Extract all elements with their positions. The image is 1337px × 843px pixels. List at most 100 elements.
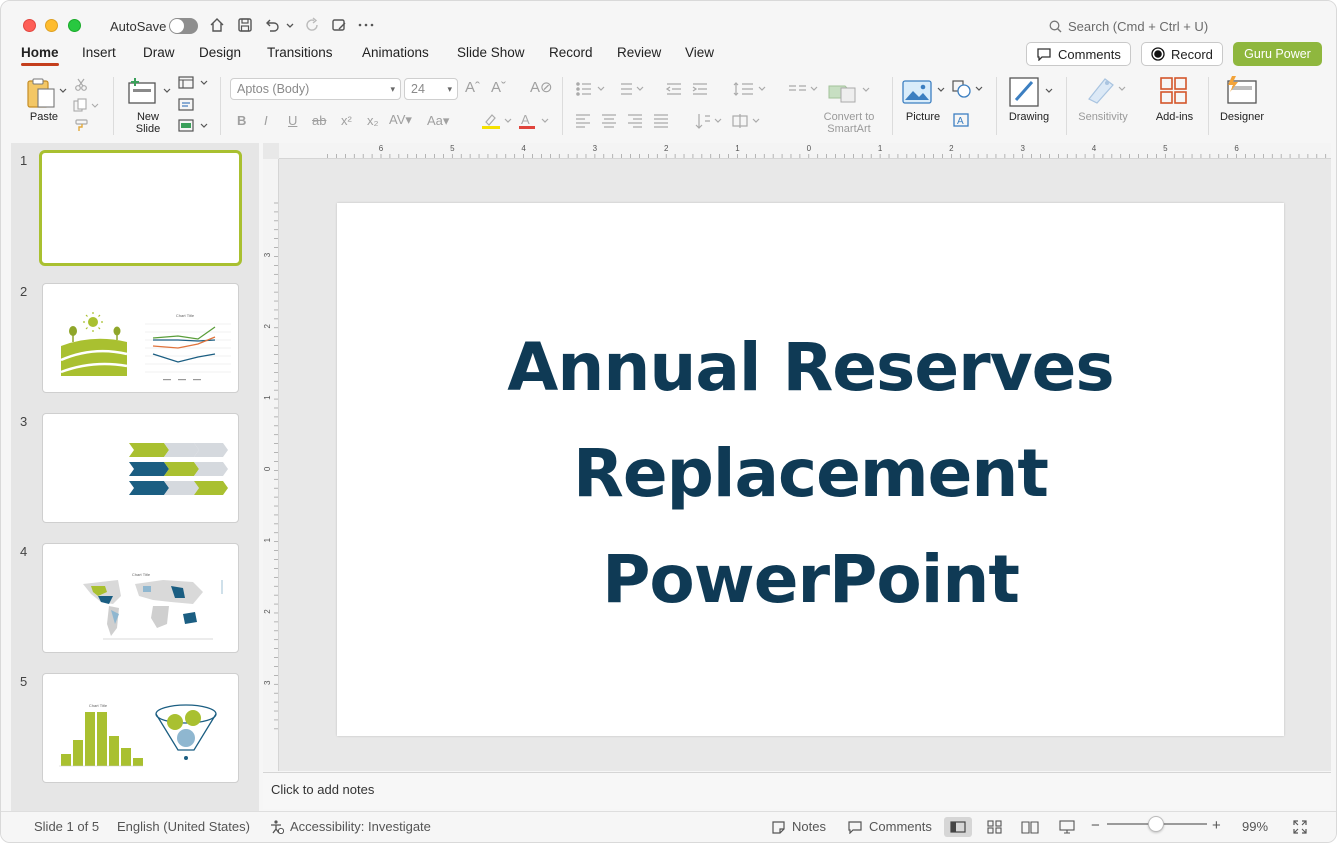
text-direction-icons[interactable] — [695, 113, 767, 129]
picture-icon[interactable] — [901, 78, 947, 106]
zoom-out-button[interactable]: − — [1091, 817, 1100, 834]
alignment-icons[interactable] — [575, 113, 671, 129]
sensitivity-icon[interactable] — [1085, 75, 1129, 105]
shapes-icon[interactable] — [951, 79, 985, 99]
normal-view-button[interactable] — [944, 817, 972, 837]
slide-thumbnail-1[interactable] — [39, 150, 242, 266]
customize-icon[interactable] — [330, 16, 348, 34]
tab-design[interactable]: Design — [199, 45, 241, 60]
thumbnail-chart-title: Chart Title — [132, 572, 151, 577]
comments-button[interactable]: Comments — [1026, 42, 1131, 66]
font-size-value: 24 — [411, 82, 425, 96]
slide-title[interactable]: Annual Reserves Replacement PowerPoint — [337, 315, 1284, 633]
line-spacing-icon[interactable] — [733, 81, 767, 97]
copy-icon[interactable] — [73, 98, 99, 112]
zoom-level[interactable]: 99% — [1242, 819, 1268, 834]
notes-toggle-button[interactable]: Notes — [771, 819, 826, 834]
tab-home[interactable]: Home — [21, 45, 59, 66]
slide-thumbnail-4[interactable]: Chart Title — [42, 543, 239, 653]
bold-icon[interactable]: B — [237, 114, 246, 128]
close-window-button[interactable] — [23, 19, 36, 32]
sensitivity-label: Sensitivity — [1078, 111, 1128, 123]
tab-review[interactable]: Review — [617, 45, 661, 60]
ruler-label: 1 — [735, 144, 740, 153]
accessibility-status[interactable]: Accessibility: Investigate — [269, 819, 431, 834]
ruler-label: 2 — [263, 609, 272, 614]
text-box-icon[interactable]: A — [952, 112, 970, 128]
font-color-icon[interactable]: A — [518, 112, 550, 130]
clear-formatting-icon[interactable]: A⊘ — [530, 80, 553, 95]
character-spacing-icon[interactable]: AV▾ — [389, 113, 412, 127]
decrease-font-size-icon[interactable]: Aˇ — [491, 80, 506, 95]
language-status[interactable]: English (United States) — [117, 819, 250, 834]
ruler-label: 3 — [263, 680, 272, 685]
slide-show-view-button[interactable] — [1053, 817, 1081, 837]
ruler-label: 1 — [263, 395, 272, 400]
autosave-toggle[interactable] — [169, 18, 198, 34]
highlight-icon[interactable] — [481, 112, 513, 130]
drawing-icon[interactable] — [1008, 76, 1054, 108]
tab-view[interactable]: View — [685, 45, 714, 60]
current-slide[interactable]: Annual Reserves Replacement PowerPoint — [337, 203, 1284, 736]
superscript-icon[interactable]: x² — [341, 114, 352, 128]
save-icon[interactable] — [236, 16, 254, 34]
font-size-combo[interactable]: 24 ▾ — [404, 78, 458, 100]
more-icon[interactable] — [357, 16, 375, 34]
italic-icon[interactable]: I — [264, 114, 268, 128]
slide-thumbnail-3[interactable] — [42, 413, 239, 523]
zoom-window-button[interactable] — [68, 19, 81, 32]
designer-icon[interactable] — [1224, 75, 1260, 105]
smartart-icon[interactable] — [827, 78, 873, 104]
notes-icon — [772, 820, 785, 834]
new-slide-dropdown-icon[interactable] — [163, 87, 171, 95]
minimize-window-button[interactable] — [45, 19, 58, 32]
font-name-combo[interactable]: Aptos (Body) ▾ — [230, 78, 401, 100]
record-icon — [1151, 47, 1165, 61]
fit-to-window-icon[interactable] — [1292, 819, 1308, 835]
format-painter-icon[interactable] — [74, 118, 90, 132]
reading-view-button[interactable] — [1016, 817, 1044, 837]
layout-icon[interactable] — [178, 76, 208, 90]
zoom-in-button[interactable]: + — [1212, 817, 1221, 834]
section-icon[interactable] — [178, 119, 208, 133]
slide-thumbnail-5[interactable]: Chart Title — [42, 673, 239, 783]
undo-dropdown-icon[interactable] — [285, 16, 295, 34]
new-slide-icon[interactable] — [127, 77, 159, 105]
home-icon[interactable] — [208, 16, 226, 34]
reset-icon[interactable] — [178, 97, 196, 111]
tab-insert[interactable]: Insert — [82, 45, 116, 60]
ruler-label: 2 — [263, 324, 272, 329]
columns-icon[interactable] — [787, 81, 821, 97]
notes-pane[interactable]: Click to add notes — [263, 772, 1331, 809]
zoom-slider-thumb[interactable] — [1148, 816, 1164, 832]
tab-slide-show[interactable]: Slide Show — [457, 45, 525, 60]
change-case-icon[interactable]: Aa▾ — [427, 114, 449, 128]
strikethrough-icon[interactable]: ab — [312, 114, 326, 128]
ribbon-tabs: Home Insert Draw Design Transitions Anim… — [1, 41, 1336, 69]
redo-icon[interactable] — [303, 16, 321, 34]
comments-toggle-button[interactable]: Comments — [847, 819, 932, 834]
smartart-label: Convert to SmartArt — [823, 111, 875, 135]
search-box[interactable]: Search (Cmd + Ctrl + U) — [1049, 19, 1208, 34]
ruler-label: 1 — [878, 144, 883, 153]
paste-icon[interactable] — [25, 77, 59, 109]
underline-icon[interactable]: U — [288, 114, 297, 128]
tab-record[interactable]: Record — [549, 45, 593, 60]
comments-button-label: Comments — [1058, 46, 1121, 62]
tab-animations[interactable]: Animations — [362, 45, 429, 60]
paste-dropdown-icon[interactable] — [59, 87, 67, 95]
powerpoint-window: AutoSave Search (Cmd + Ctrl + U) Home In… — [0, 0, 1337, 843]
ruler-label: 0 — [807, 144, 812, 153]
undo-icon[interactable] — [263, 16, 281, 34]
tab-draw[interactable]: Draw — [143, 45, 175, 60]
record-button[interactable]: Record — [1141, 42, 1223, 66]
tab-transitions[interactable]: Transitions — [267, 45, 333, 60]
subscript-icon[interactable]: x₂ — [367, 114, 379, 128]
increase-font-size-icon[interactable]: Aˆ — [465, 80, 480, 95]
grid-icon — [987, 820, 1002, 834]
add-ins-icon[interactable] — [1159, 76, 1189, 106]
guru-power-button[interactable]: Guru Power — [1233, 42, 1322, 66]
slide-sorter-view-button[interactable] — [981, 817, 1009, 837]
slide-thumbnail-2[interactable]: Chart Title — [42, 283, 239, 393]
cut-icon[interactable] — [74, 77, 88, 91]
